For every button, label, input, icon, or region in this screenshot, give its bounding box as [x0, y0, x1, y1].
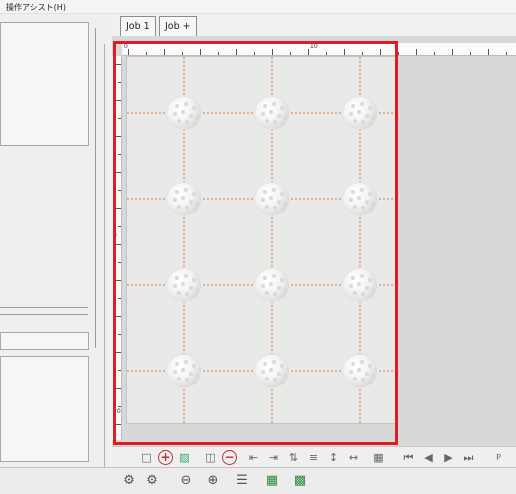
center-v-icon[interactable]: ↔ — [345, 449, 362, 466]
left-panel — [0, 14, 108, 494]
panel-splitter[interactable] — [95, 28, 96, 348]
ruler-tick — [398, 52, 399, 55]
layout-icon[interactable]: ▦ — [370, 449, 387, 466]
align-left-icon[interactable]: ⇤ — [245, 449, 262, 466]
panel-splitter[interactable] — [104, 44, 105, 494]
distribute-icon[interactable]: ⇅ — [285, 449, 302, 466]
page-number-icon[interactable]: P — [490, 449, 507, 466]
divider — [0, 307, 88, 308]
field-box[interactable] — [0, 332, 89, 350]
tab-job-add[interactable]: Job + — [159, 16, 197, 36]
prev-icon[interactable]: ◀ — [420, 449, 437, 466]
image-icon[interactable]: ◫ — [202, 449, 219, 466]
tab-strip: Job 1 Job + — [116, 14, 516, 36]
list-panel[interactable] — [0, 356, 89, 462]
center-h-icon[interactable]: ↕ — [325, 449, 342, 466]
grid-icon[interactable]: ▦ — [262, 472, 282, 490]
zoom-out-icon[interactable]: ⊖ — [176, 472, 196, 490]
bottom-toolbar: □ + ▨ ◫ − ⇤ ⇥ ⇅ ≡ ↕ ↔ ▦ ⏮ ◀ ▶ ⏭ P — [112, 446, 516, 467]
grid-fill-icon[interactable]: ▩ — [290, 472, 310, 490]
menu-assist[interactable]: 操作アシスト(H) — [6, 2, 66, 13]
properties-panel[interactable] — [0, 22, 89, 146]
next-icon[interactable]: ▶ — [440, 449, 457, 466]
list-icon[interactable]: ☰ — [232, 472, 252, 490]
ruler-tick — [434, 52, 435, 55]
ruler-tick — [506, 52, 507, 55]
print-icon[interactable]: ▨ — [176, 449, 193, 466]
zoom-in-icon[interactable]: ⊕ — [203, 472, 223, 490]
text-align-icon[interactable]: ≡ — [305, 449, 322, 466]
align-right-icon[interactable]: ⇥ — [265, 449, 282, 466]
ruler-tick — [470, 52, 471, 55]
last-icon[interactable]: ⏭ — [460, 449, 477, 466]
ruler-tick — [488, 49, 489, 55]
object-remove-icon[interactable]: ⚙ — [142, 472, 162, 490]
menu-bar: 操作アシスト(H) — [0, 0, 516, 14]
status-bar: ⚙ ⚙ ⊖ ⊕ ☰ ▦ ▩ — [0, 467, 516, 494]
object-add-icon[interactable]: ⚙ — [119, 472, 139, 490]
ruler-tick — [416, 49, 417, 55]
selection-highlight — [113, 41, 398, 445]
zoom-in-icon[interactable]: + — [158, 450, 173, 465]
page-icon[interactable]: □ — [138, 449, 155, 466]
zoom-out-icon[interactable]: − — [222, 450, 237, 465]
tab-job-1[interactable]: Job 1 — [120, 16, 156, 36]
divider — [0, 314, 88, 315]
first-icon[interactable]: ⏮ — [400, 449, 417, 466]
ruler-tick — [452, 49, 453, 55]
